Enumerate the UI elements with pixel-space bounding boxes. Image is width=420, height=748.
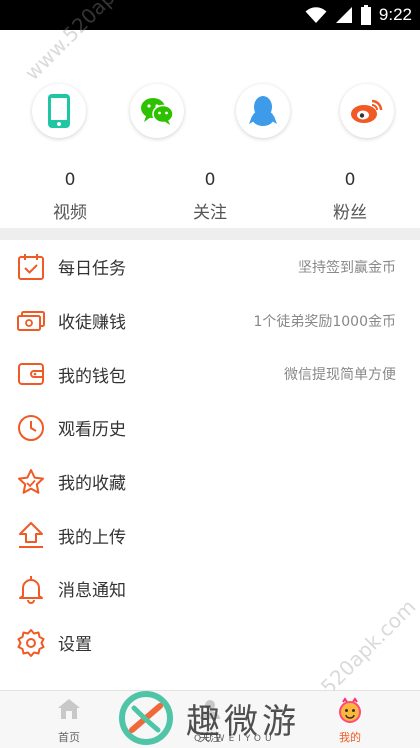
stat-videos[interactable]: 0 视频 xyxy=(25,168,115,223)
stat-following[interactable]: 0 关注 xyxy=(165,168,255,223)
phone-icon xyxy=(48,94,70,128)
stat-following-count: 0 xyxy=(204,170,216,190)
section-divider xyxy=(0,228,420,240)
upload-icon xyxy=(19,522,43,549)
menu-item-wallet[interactable]: 我的钱包 微信提现简单方便 xyxy=(0,347,420,401)
menu-item-notifications[interactable]: 消息通知 xyxy=(0,562,420,616)
menu-item-label: 我的上传 xyxy=(58,527,126,548)
menu-item-label: 收徒赚钱 xyxy=(58,313,126,334)
menu-item-label: 我的钱包 xyxy=(58,366,126,387)
tab-home[interactable]: 首页 xyxy=(24,691,114,748)
status-icons: 9:22 xyxy=(305,0,412,30)
phone-login-button[interactable] xyxy=(32,84,86,138)
cash-icon xyxy=(17,310,45,331)
profile-header: 0 视频 0 关注 0 粉丝 xyxy=(0,30,420,228)
menu-item-desc: 微信提现简单方便 xyxy=(284,367,396,384)
battery-icon xyxy=(360,5,371,25)
brand-logo-icon xyxy=(119,691,173,745)
menu-item-favorites[interactable]: 我的收藏 xyxy=(0,455,420,509)
tab-label: 我的 xyxy=(339,731,361,744)
home-icon xyxy=(58,699,80,719)
menu-item-label: 消息通知 xyxy=(58,581,126,602)
menu-item-daily-tasks[interactable]: 每日任务 坚持签到赢金币 xyxy=(0,240,420,294)
menu-item-label: 观看历史 xyxy=(58,420,126,441)
menu-item-uploads[interactable]: 我的上传 xyxy=(0,508,420,562)
wechat-login-button[interactable] xyxy=(130,84,184,138)
menu-list: 每日任务 坚持签到赢金币 收徒赚钱 1个徒弟奖励1000金币 我的钱包 微信提现… xyxy=(0,240,420,670)
wechat-icon xyxy=(141,98,174,125)
profile-face-icon xyxy=(339,697,361,723)
signal-icon xyxy=(335,7,352,23)
bell-icon xyxy=(19,575,43,604)
wifi-icon xyxy=(305,7,327,23)
clock-icon xyxy=(18,414,44,441)
stat-fans[interactable]: 0 粉丝 xyxy=(305,168,395,223)
gear-icon xyxy=(17,628,45,657)
menu-item-label: 每日任务 xyxy=(58,259,126,280)
star-icon xyxy=(18,468,44,494)
brand-subtitle: QUWEIYOU xyxy=(194,734,276,744)
menu-item-desc: 1个徒弟奖励1000金币 xyxy=(253,313,396,330)
stat-videos-count: 0 xyxy=(64,170,76,190)
tab-mine[interactable]: 我的 xyxy=(305,691,395,748)
stat-videos-label: 视频 xyxy=(53,203,87,223)
wallet-icon xyxy=(18,363,44,386)
stat-fans-label: 粉丝 xyxy=(333,203,367,223)
weibo-icon xyxy=(351,99,383,123)
weibo-login-button[interactable] xyxy=(340,84,394,138)
qq-login-button[interactable] xyxy=(236,84,290,138)
calendar-check-icon xyxy=(18,253,44,280)
tab-label: 首页 xyxy=(58,731,80,744)
menu-item-history[interactable]: 观看历史 xyxy=(0,401,420,455)
menu-item-recruit-earn[interactable]: 收徒赚钱 1个徒弟奖励1000金币 xyxy=(0,294,420,348)
stat-following-label: 关注 xyxy=(193,203,227,223)
menu-item-desc: 坚持签到赢金币 xyxy=(298,259,396,276)
menu-item-label: 设置 xyxy=(58,635,92,656)
status-time: 9:22 xyxy=(378,5,412,24)
qq-icon xyxy=(249,96,277,126)
menu-item-label: 我的收藏 xyxy=(58,474,126,495)
stat-fans-count: 0 xyxy=(344,170,356,190)
